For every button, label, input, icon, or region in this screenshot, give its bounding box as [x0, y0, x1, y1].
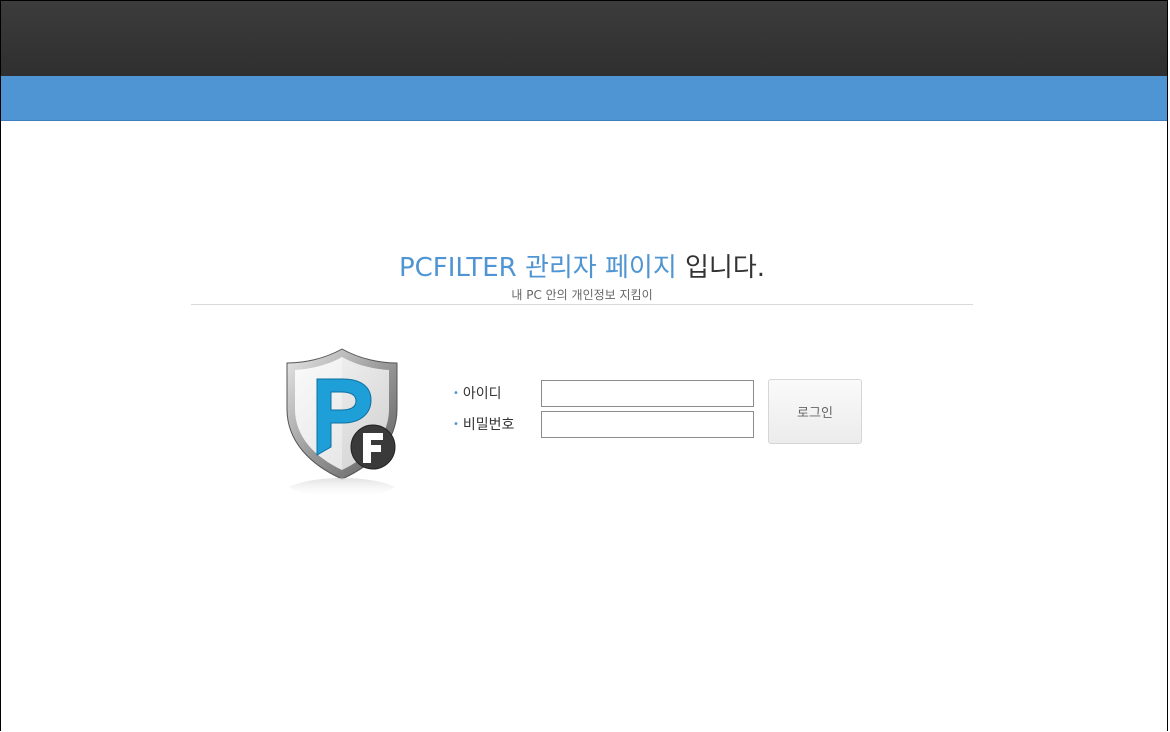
id-input[interactable] [541, 380, 754, 407]
bullet-icon: • [453, 419, 459, 430]
password-label-text: 비밀번호 [462, 417, 515, 433]
accent-nav-bar [1, 76, 1167, 121]
password-input[interactable] [541, 411, 754, 438]
page-title: PCFILTER 관리자 페이지 입니다. [1, 251, 1163, 285]
page-title-tail: 입니다. [676, 253, 766, 283]
login-button[interactable]: 로그인 [768, 379, 862, 444]
title-divider [191, 304, 973, 305]
bullet-icon: • [453, 388, 459, 399]
password-label: • 비밀번호 [453, 416, 514, 434]
id-label-text: 아이디 [462, 386, 502, 402]
id-label: • 아이디 [453, 385, 502, 403]
pcfilter-shield-logo-icon [279, 347, 405, 507]
page-subtitle: 내 PC 안의 개인정보 지킴이 [511, 288, 653, 302]
page-title-brand: PCFILTER 관리자 페이지 [398, 253, 677, 283]
top-header-bar [1, 1, 1167, 76]
page-frame: PCFILTER 관리자 페이지 입니다. 내 PC 안의 개인정보 지킴이 •… [0, 0, 1168, 731]
